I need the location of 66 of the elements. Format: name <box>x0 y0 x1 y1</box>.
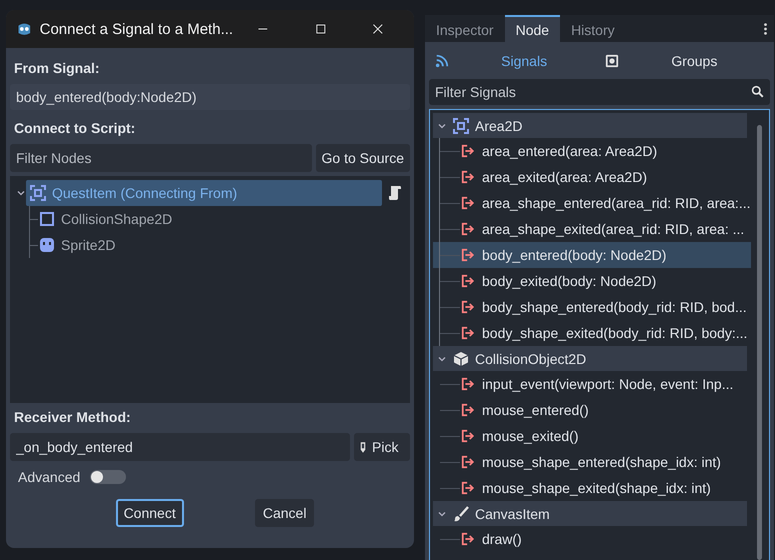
caret-icon[interactable] <box>16 188 26 198</box>
signal-field: body_entered(body:Node2D) <box>10 84 410 110</box>
method-field[interactable]: _on_body_entered <box>10 433 350 461</box>
signal-item[interactable]: area_entered(area: Area2D) <box>433 138 750 164</box>
section-label: Connect to Script: <box>13 119 136 138</box>
area-icon <box>453 118 469 134</box>
search-icon <box>750 85 764 98</box>
connect-button[interactable]: Connect <box>116 499 184 527</box>
signal-item[interactable]: area_exited(area: Area2D) <box>433 164 750 190</box>
more-icon[interactable] <box>762 22 768 36</box>
signal-exit-icon <box>461 429 475 443</box>
script-icon[interactable] <box>388 185 402 201</box>
advanced-toggle[interactable] <box>90 470 126 484</box>
signal-item[interactable]: draw() <box>433 526 750 552</box>
signal-item[interactable]: input_event(viewport: Node, event: Inp... <box>433 371 750 397</box>
signal-item[interactable]: body_exited(body: Node2D) <box>433 268 750 294</box>
signal-exit-icon <box>461 377 475 391</box>
maximize-icon[interactable] <box>314 22 326 36</box>
signal-exit-icon <box>461 170 475 184</box>
signal-exit-icon <box>461 455 475 469</box>
area-icon <box>30 185 46 201</box>
cancel-button[interactable]: Cancel <box>254 499 314 527</box>
advanced-label: Advanced <box>18 469 80 485</box>
signal-exit-icon <box>461 481 475 495</box>
signal-item[interactable]: mouse_exited() <box>433 423 750 449</box>
signal-exit-icon <box>461 144 475 158</box>
signal-exit-icon <box>461 403 475 417</box>
filter-field[interactable]: Filter Nodes <box>10 144 312 172</box>
section-label: From Signal: <box>13 59 101 78</box>
class-header[interactable]: Area2D <box>433 113 746 138</box>
signal-item[interactable]: mouse_shape_exited(shape_idx: int) <box>433 475 750 501</box>
sprite-icon <box>39 237 55 253</box>
tree-item[interactable]: CollisionShape2D <box>37 206 176 232</box>
group-icon <box>605 54 620 68</box>
signal-exit-icon <box>461 300 475 314</box>
brush-icon <box>453 506 469 522</box>
scrollbar[interactable] <box>756 125 762 560</box>
signal-exit-icon <box>461 532 475 546</box>
signal-exit-icon <box>461 248 475 262</box>
window-title: Connect a Signal to a Meth... <box>40 20 234 38</box>
signal-item[interactable]: mouse_entered() <box>433 397 750 423</box>
signal-exit-icon <box>461 196 475 210</box>
panel-tab[interactable]: History <box>560 15 626 42</box>
go-to-source-button[interactable]: Go to Source <box>316 144 410 172</box>
class-header[interactable]: CanvasItem <box>433 501 746 526</box>
signal-icon <box>435 54 449 68</box>
section-label: Receiver Method: <box>13 408 132 427</box>
pen-icon <box>360 440 366 454</box>
signal-item[interactable]: mouse_shape_entered(shape_idx: int) <box>433 449 750 475</box>
signal-item[interactable]: body_entered(body: Node2D) <box>433 242 750 268</box>
signal-exit-icon <box>461 326 475 340</box>
signal-exit-icon <box>461 222 475 236</box>
signal-item[interactable]: body_shape_entered(body_rid: RID, bod... <box>433 294 750 320</box>
tree-item[interactable]: Sprite2D <box>37 232 120 258</box>
close-icon[interactable] <box>372 22 384 36</box>
sub-tab[interactable]: Signals <box>449 53 600 69</box>
filter-signals-field[interactable]: Filter Signals <box>429 79 770 105</box>
class-header[interactable]: CollisionObject2D <box>433 346 746 371</box>
signal-item[interactable]: area_shape_entered(area_rid: RID, area:... <box>433 190 750 216</box>
square-icon <box>39 211 55 227</box>
sub-tab[interactable]: Groups <box>619 53 770 69</box>
panel-tab[interactable]: Inspector <box>425 15 505 42</box>
signal-exit-icon <box>461 274 475 288</box>
cube-icon <box>453 350 469 366</box>
pick-button[interactable]: Pick <box>354 433 410 461</box>
panel-tab[interactable]: Node <box>504 15 560 42</box>
